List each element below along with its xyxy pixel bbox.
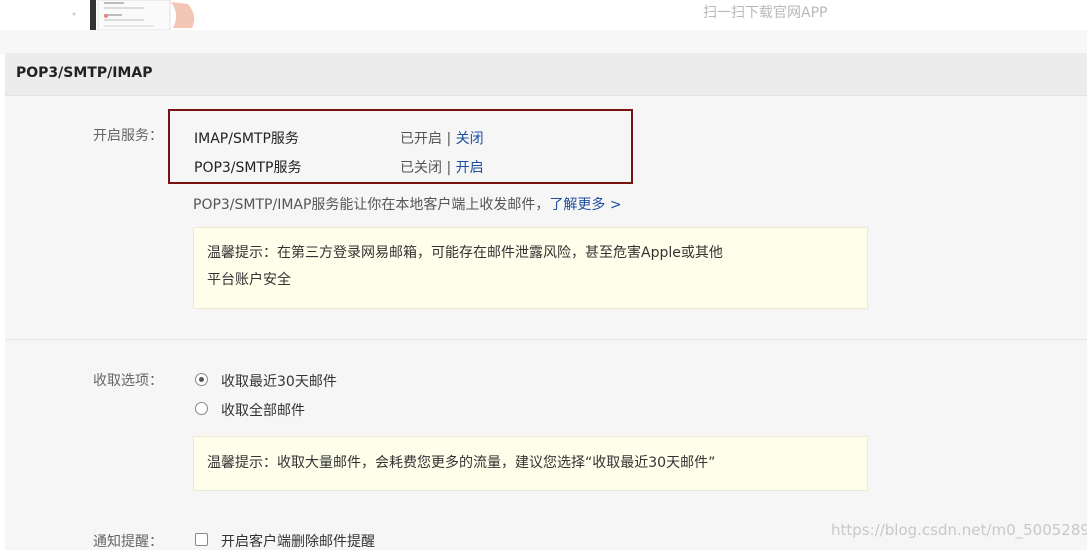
radio-button[interactable]	[195, 373, 208, 386]
download-app-text: 扫一扫下载官网APP	[703, 5, 828, 21]
traffic-tip-box: 温馨提示：收取大量邮件，会耗费您更多的流量，建议您选择“收取最近30天邮件”	[193, 436, 868, 491]
enable-pop3-link[interactable]: 开启	[456, 160, 484, 176]
service-status-box: IMAP/SMTP服务 已开启 | 关闭 POP3/SMTP服务 已关闭 | 开…	[168, 109, 633, 184]
tip-line: 温馨提示：收取大量邮件，会耗费您更多的流量，建议您选择“收取最近30天邮件”	[207, 455, 716, 471]
panel-title: POP3/SMTP/IMAP	[16, 65, 153, 81]
watermark-text: https://blog.csdn.net/m0_50052896	[831, 521, 1087, 539]
top-promo-strip: 扫一扫下载官网APP	[0, 0, 1087, 34]
checkbox[interactable]	[195, 533, 208, 546]
notify-label: 通知提醒：	[93, 534, 163, 550]
service-status: 已关闭 | 开启	[400, 157, 484, 177]
status-text: 已开启	[400, 131, 442, 147]
service-status: 已开启 | 关闭	[400, 128, 484, 148]
status-text: 已关闭	[400, 160, 442, 176]
section-divider	[5, 339, 1087, 340]
panel-header: POP3/SMTP/IMAP	[5, 53, 1087, 96]
separator: |	[442, 160, 456, 176]
tip-line: 温馨提示：在第三方登录网易邮箱，可能存在邮件泄露风险，甚至危害Apple或其他	[207, 245, 723, 261]
checkbox-label: 开启客户端删除邮件提醒	[221, 534, 375, 550]
section-gap	[0, 30, 1087, 54]
radio-button[interactable]	[195, 402, 208, 415]
enable-service-label: 开启服务：	[93, 128, 163, 144]
pop3-smtp-imap-panel: POP3/SMTP/IMAP 开启服务： IMAP/SMTP服务 已开启 | 关…	[5, 53, 1087, 550]
tip-line: 平台账户安全	[207, 272, 291, 288]
separator: |	[442, 131, 456, 147]
promo-illustration	[72, 0, 195, 30]
service-name: POP3/SMTP服务	[194, 160, 302, 176]
service-name: IMAP/SMTP服务	[194, 131, 299, 147]
description-text: POP3/SMTP/IMAP服务能让你在本地客户端上收发邮件，	[193, 197, 550, 213]
radio-label: 收取最近30天邮件	[221, 374, 337, 390]
service-description: POP3/SMTP/IMAP服务能让你在本地客户端上收发邮件，了解更多 >	[193, 194, 622, 214]
learn-more-link[interactable]: 了解更多 >	[549, 197, 621, 213]
disable-imap-link[interactable]: 关闭	[456, 131, 484, 147]
fetch-options-label: 收取选项：	[93, 373, 163, 389]
radio-label: 收取全部邮件	[221, 403, 305, 419]
security-tip-box: 温馨提示：在第三方登录网易邮箱，可能存在邮件泄露风险，甚至危害Apple或其他 …	[193, 227, 868, 309]
